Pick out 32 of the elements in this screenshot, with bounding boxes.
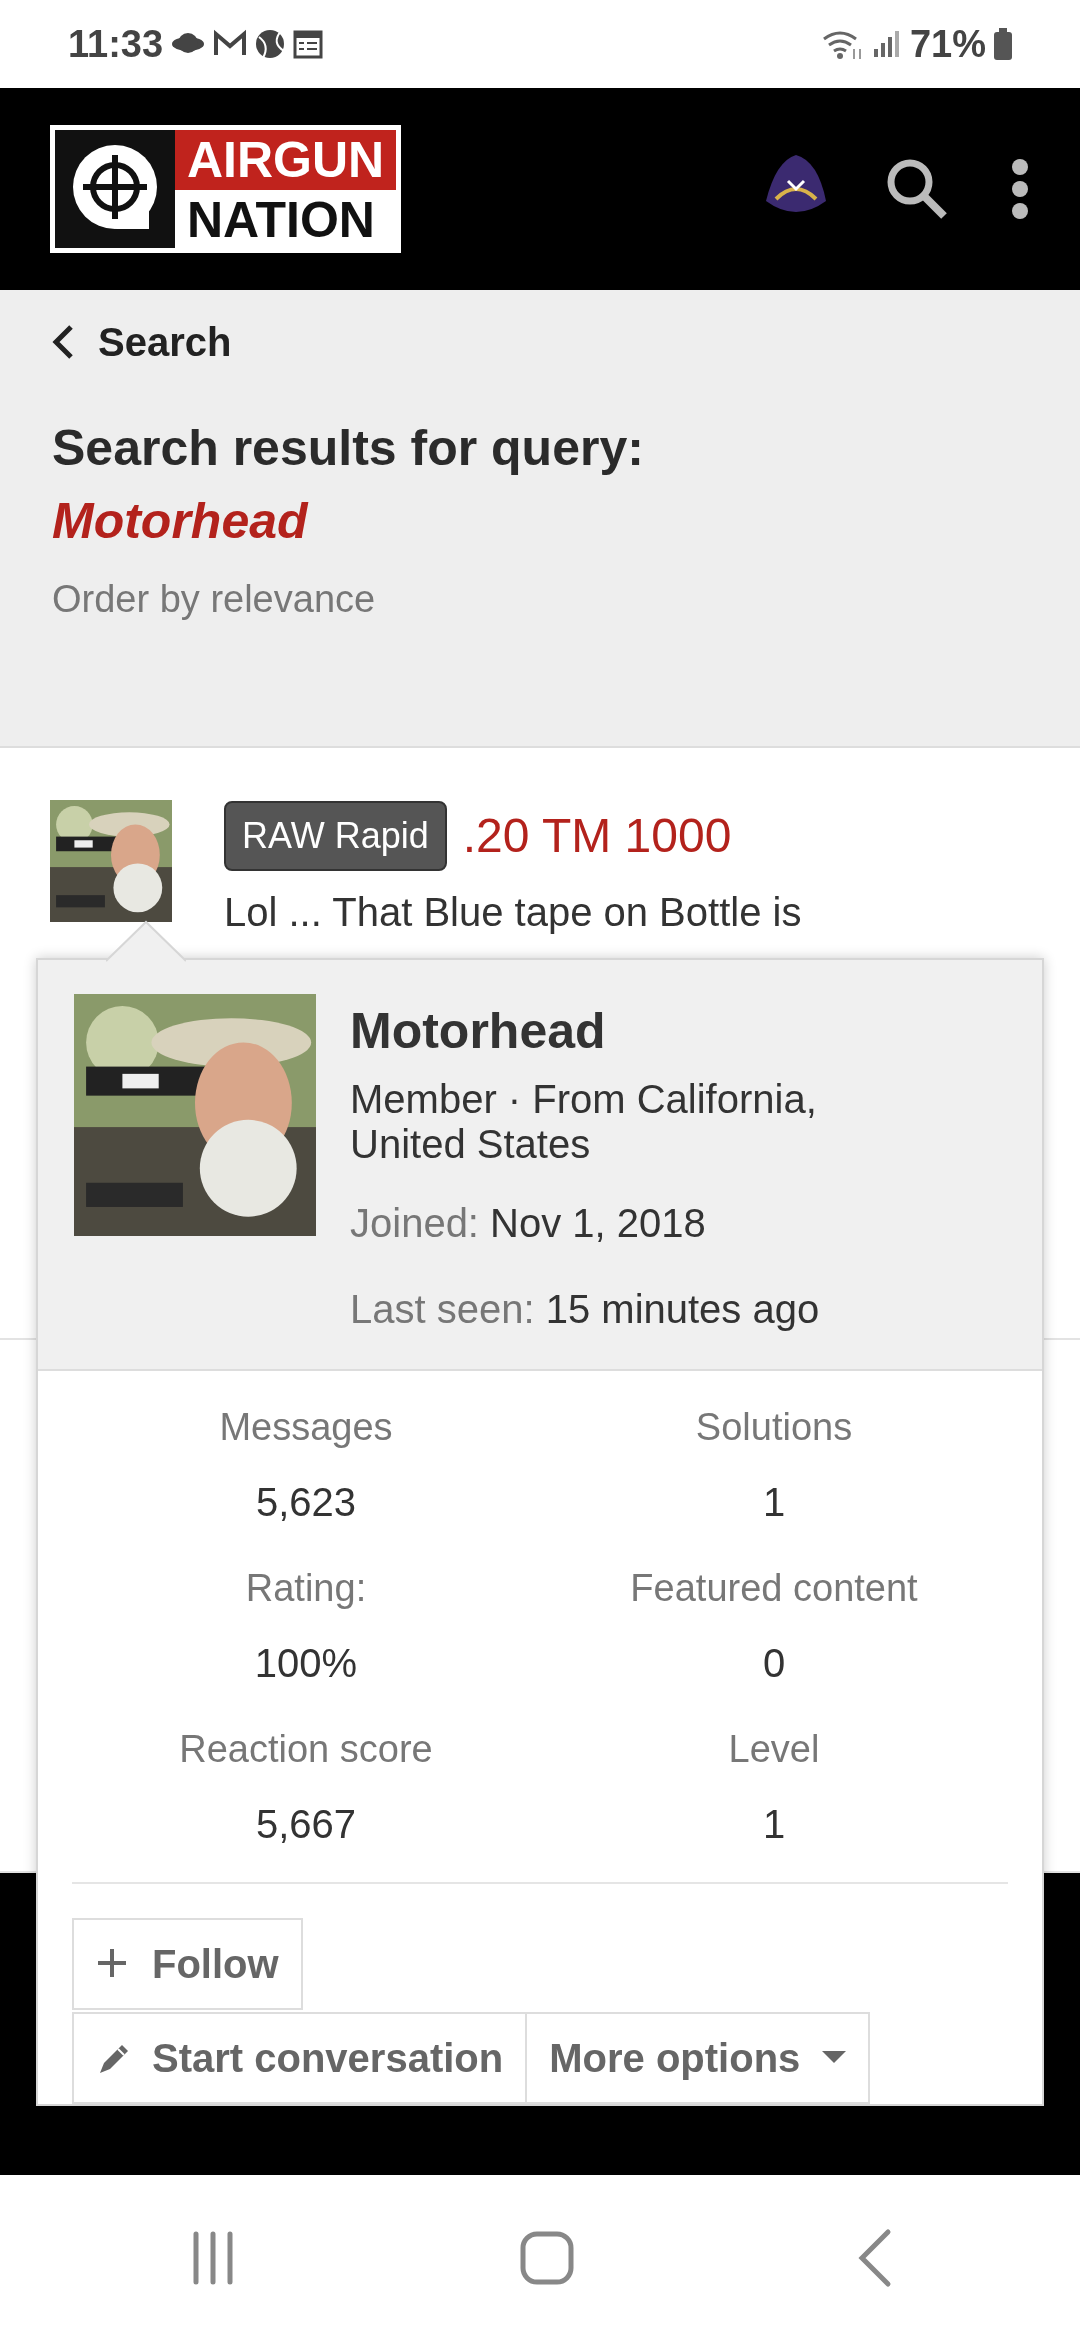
field-value: Nov 1, 2018	[490, 1200, 706, 1245]
field-value: 15 minutes ago	[545, 1286, 820, 1331]
stat-value: 5,623	[254, 1478, 358, 1526]
action-button[interactable]: Follow	[72, 1917, 303, 2010]
logo-text: NATION	[186, 191, 376, 250]
member-name[interactable]: Motorhead	[350, 994, 910, 1069]
post-snippet: Lol ... That Blue tape on Bottle is	[224, 889, 802, 936]
sort-order-text: Order by relevance	[52, 577, 377, 622]
stat-label: Solutions	[694, 1404, 854, 1450]
stat-value: 1	[761, 1800, 787, 1848]
battery-level: 71%	[909, 21, 986, 67]
member-info: Member · From California, United States	[350, 1077, 818, 1167]
field-label: Joined:	[350, 1200, 479, 1245]
stat-label: Messages	[218, 1404, 394, 1450]
stat-label: Level	[727, 1726, 821, 1772]
stat-label: Featured content	[629, 1565, 919, 1611]
back-link[interactable]: Search	[52, 312, 232, 372]
stat-label: Rating:	[244, 1565, 368, 1611]
thread-title-link[interactable]: .20 TM 1000	[462, 800, 732, 872]
stat-value: 100%	[253, 1639, 359, 1687]
stat-value: 0	[761, 1639, 787, 1687]
stat-label: Reaction score	[178, 1726, 434, 1772]
stat-value: 1	[761, 1478, 787, 1526]
action-button[interactable]: More options	[527, 2011, 871, 2104]
page-title: Search results for query:	[52, 419, 645, 478]
stat-value: 5,667	[254, 1800, 358, 1848]
search-query: Motorhead	[52, 491, 310, 551]
action-button[interactable]: Start conversation	[72, 2011, 528, 2104]
thread-prefix: RAW Rapid	[224, 801, 447, 871]
logo-text: AIRGUN	[175, 130, 397, 190]
field-label: Last seen:	[350, 1286, 535, 1331]
status-time: 11:33	[68, 21, 164, 67]
